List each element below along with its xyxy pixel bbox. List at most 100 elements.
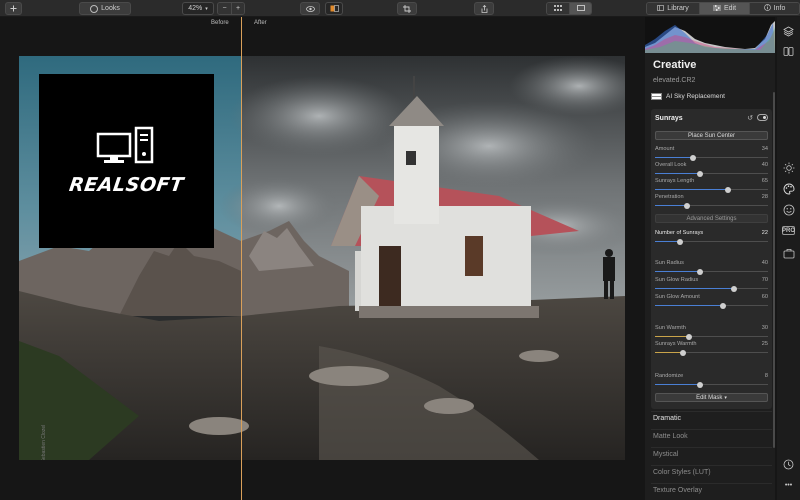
slider-sun-radius[interactable]: Sun Radius 40: [655, 260, 768, 276]
single-view-icon: [576, 4, 585, 13]
slider-sunrays-warmth[interactable]: Sunrays Warmth 25: [655, 341, 768, 357]
slider-overall-look[interactable]: Overall Look 40: [655, 162, 768, 178]
slider-number-of-sunrays[interactable]: Number of Sunrays 22: [655, 230, 768, 246]
slider-knob[interactable]: [685, 333, 692, 340]
slider-knob[interactable]: [690, 154, 697, 161]
slider-track[interactable]: [655, 189, 768, 190]
slider-sun-glow-amount[interactable]: Sun Glow Amount 60: [655, 294, 768, 310]
filter-ai-sky-replacement[interactable]: AI Sky Replacement: [651, 93, 725, 100]
sliders-icon: [712, 4, 721, 13]
slider-track[interactable]: [655, 384, 768, 385]
slider-sun-glow-radius[interactable]: Sun Glow Radius 70: [655, 277, 768, 293]
zoom-dropdown[interactable]: 42% ▾: [182, 2, 214, 15]
slider-sunrays-length[interactable]: Sunrays Length 65: [655, 178, 768, 194]
slider-knob[interactable]: [676, 238, 683, 245]
side-icon-rail: PRO •••: [777, 17, 800, 500]
essentials-button[interactable]: [782, 161, 795, 174]
add-button[interactable]: [5, 2, 22, 15]
looks-button[interactable]: Looks: [79, 2, 131, 15]
visibility-toggle-icon[interactable]: [757, 114, 768, 121]
slider-track[interactable]: [655, 288, 768, 289]
compare-panels-button[interactable]: [782, 45, 795, 58]
file-name: elevated.CR2: [653, 77, 696, 84]
view-mode-switch: [546, 2, 592, 15]
slider-randomize[interactable]: Randomize 8: [655, 373, 768, 389]
slider-knob[interactable]: [697, 170, 704, 177]
slider-penetration[interactable]: Penetration 28: [655, 194, 768, 210]
slider-knob[interactable]: [697, 268, 704, 275]
before-after-divider[interactable]: [241, 17, 242, 500]
top-toolbar: Looks 42% ▾ − + Library Edit Info: [0, 0, 800, 17]
after-label: After: [254, 20, 267, 26]
slider-track[interactable]: [655, 157, 768, 158]
more-button[interactable]: •••: [782, 479, 795, 492]
slider-knob[interactable]: [725, 186, 732, 193]
layers-icon: [783, 26, 794, 37]
share-button[interactable]: [474, 2, 494, 15]
crop-button[interactable]: [397, 2, 417, 15]
pro-button[interactable]: PRO: [782, 226, 795, 235]
filter-matte-look[interactable]: Matte Look: [653, 433, 688, 440]
zoom-out-button[interactable]: −: [218, 3, 231, 14]
slider-knob[interactable]: [719, 302, 726, 309]
minus-icon: −: [222, 5, 227, 12]
edit-mask-button[interactable]: Edit Mask ▾: [655, 393, 768, 402]
slider-knob[interactable]: [731, 285, 738, 292]
panel-scrollbar[interactable]: [773, 92, 775, 448]
tab-info-label: Info: [773, 5, 786, 12]
single-view-button[interactable]: [569, 3, 591, 14]
slider-fill: [655, 205, 687, 206]
advanced-settings-button[interactable]: Advanced Settings: [655, 214, 768, 223]
slider-fill: [655, 305, 723, 306]
slider-fill: [655, 189, 729, 190]
slider-track[interactable]: [655, 305, 768, 306]
advanced-settings-label: Advanced Settings: [686, 215, 737, 222]
palette-icon: [783, 183, 794, 194]
slider-fill: [655, 157, 694, 158]
slider-track[interactable]: [655, 241, 768, 242]
slider-label: Sun Warmth: [655, 325, 686, 331]
history-button[interactable]: [782, 458, 795, 471]
filter-dramatic[interactable]: Dramatic: [653, 415, 681, 422]
tab-library-label: Library: [667, 5, 689, 12]
looks-label: Looks: [101, 5, 120, 12]
slider-track[interactable]: [655, 173, 768, 174]
professional-tools-button[interactable]: [782, 247, 795, 260]
slider-track[interactable]: [655, 271, 768, 272]
computer-icon: [96, 126, 154, 164]
slider-knob[interactable]: [680, 349, 687, 356]
creative-button[interactable]: [782, 182, 795, 195]
slider-value: 65: [761, 178, 768, 184]
slider-track[interactable]: [655, 336, 768, 337]
filter-divider: [651, 429, 772, 430]
tab-edit[interactable]: Edit: [699, 3, 749, 14]
split-view-button[interactable]: [325, 2, 343, 15]
layers-button[interactable]: [782, 25, 795, 38]
slider-fill: [655, 336, 689, 337]
slider-value: 25: [761, 341, 768, 347]
slider-label: Sunrays Length: [655, 178, 695, 184]
slider-track[interactable]: [655, 352, 768, 353]
filter-texture-overlay[interactable]: Texture Overlay: [653, 487, 702, 494]
tab-info[interactable]: Info: [749, 3, 799, 14]
chevron-down-icon: ▾: [205, 5, 208, 12]
tab-edit-label: Edit: [723, 5, 737, 12]
reset-icon[interactable]: ↺: [747, 114, 753, 122]
slider-label: Amount: [655, 146, 675, 152]
split-view-icon: [330, 5, 339, 12]
grid-view-button[interactable]: [547, 3, 569, 14]
filter-color-styles-lut[interactable]: Color Styles (LUT): [653, 469, 711, 476]
portrait-button[interactable]: [782, 203, 795, 216]
slider-track[interactable]: [655, 205, 768, 206]
realsoft-logo-overlay: REALSOFT: [39, 74, 214, 248]
place-sun-center-button[interactable]: Place Sun Center: [655, 131, 768, 140]
compare-eye-button[interactable]: [300, 2, 320, 15]
slider-amount[interactable]: Amount 34: [655, 146, 768, 162]
filter-mystical[interactable]: Mystical: [653, 451, 678, 458]
tab-library[interactable]: Library: [647, 3, 699, 14]
slider-sun-warmth[interactable]: Sun Warmth 30: [655, 325, 768, 341]
slider-knob[interactable]: [683, 202, 690, 209]
plus-icon: +: [235, 5, 241, 12]
zoom-in-button[interactable]: +: [231, 3, 244, 14]
slider-knob[interactable]: [697, 381, 704, 388]
